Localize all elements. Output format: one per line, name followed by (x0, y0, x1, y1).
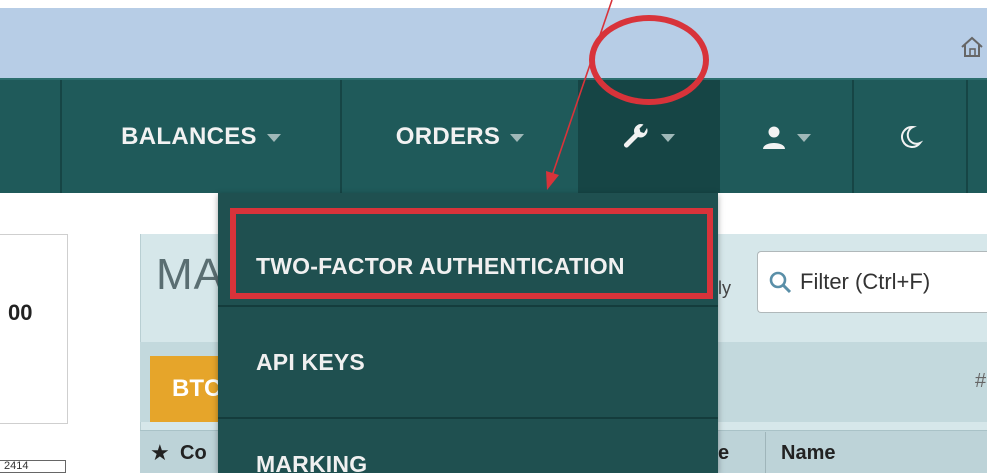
menu-item-label: API KEYS (256, 348, 365, 375)
browser-bar (0, 0, 987, 78)
user-icon (763, 126, 785, 149)
chevron-down-icon (266, 133, 281, 142)
nav-account[interactable] (720, 80, 852, 193)
nav-separator (966, 80, 968, 193)
star-icon[interactable]: ★ (150, 440, 170, 466)
main-navbar: BALANCES ORDERS (0, 78, 987, 193)
nav-balances[interactable]: BALANCES (62, 80, 340, 193)
tab-strip-hash: # (975, 370, 987, 392)
search-icon (769, 271, 792, 294)
nav-orders[interactable]: ORDERS (342, 80, 578, 193)
moon-icon (901, 125, 923, 148)
nav-theme-toggle[interactable] (854, 80, 966, 193)
nav-balances-label: BALANCES (121, 122, 257, 150)
column-header-name[interactable]: Name (781, 442, 835, 465)
home-icon[interactable] (958, 34, 987, 60)
left-summary-value: 00 (8, 300, 33, 325)
wrench-icon (624, 123, 648, 147)
column-header-coin[interactable]: Co (180, 442, 207, 465)
chevron-down-icon (510, 133, 525, 142)
annotation-highlight-box (230, 208, 713, 299)
panel-title: MA (156, 250, 224, 299)
menu-item-marking[interactable]: MARKING (218, 451, 718, 473)
left-summary-box (0, 234, 68, 424)
annotation-circle (589, 15, 709, 105)
column-separator (765, 432, 766, 473)
filter-placeholder: Filter (Ctrl+F) (800, 269, 931, 294)
chevron-down-icon (797, 133, 811, 142)
top-strip (0, 0, 987, 8)
nav-orders-label: ORDERS (395, 122, 501, 150)
filter-input[interactable]: Filter (Ctrl+F) (757, 251, 987, 313)
menu-item-label: MARKING (256, 451, 368, 473)
menu-divider (218, 417, 718, 419)
left-bottom-value: 2414 (0, 460, 66, 473)
panel-option-label: ly (718, 278, 731, 298)
menu-item-api-keys[interactable]: API KEYS (218, 307, 718, 417)
chevron-down-icon (661, 133, 675, 142)
column-header-partial[interactable]: e (718, 442, 729, 465)
